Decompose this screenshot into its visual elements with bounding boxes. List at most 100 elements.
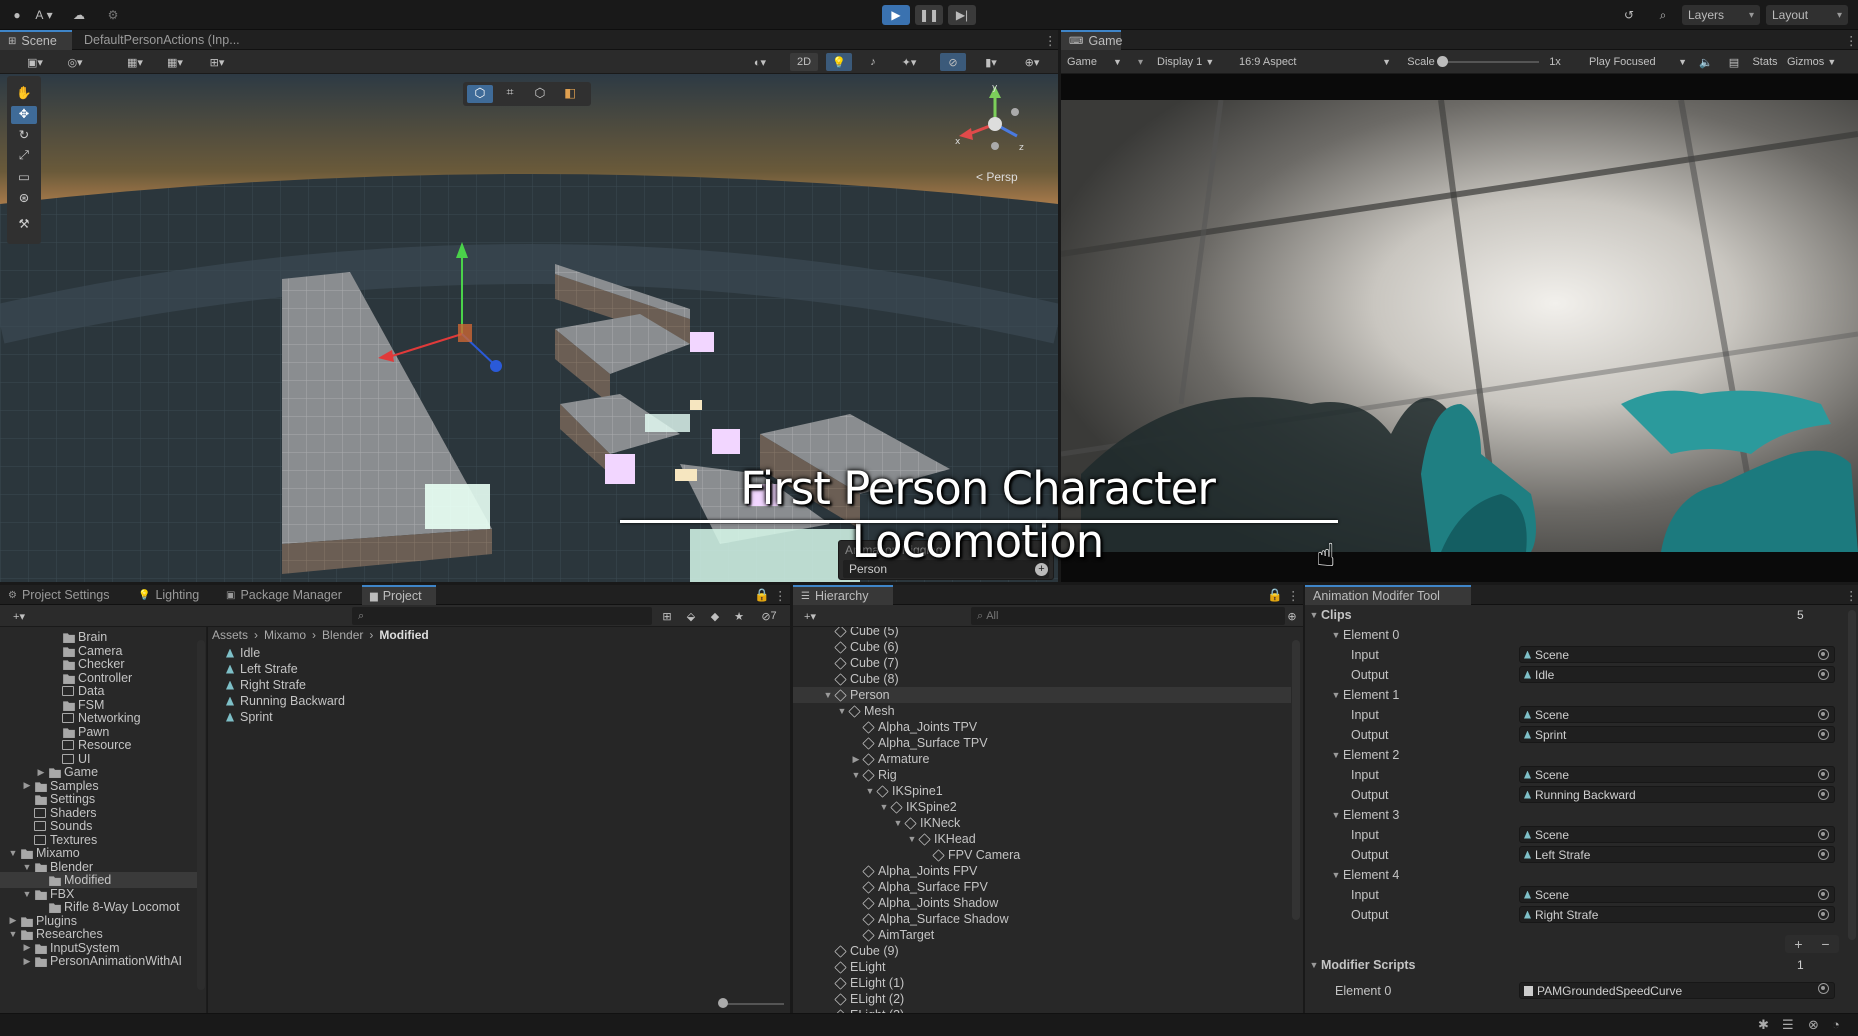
expand-arrow-icon[interactable]: ▶ [22,780,32,791]
expand-arrow-icon[interactable]: ▼ [8,848,18,858]
step-button[interactable]: ▶| [948,5,976,25]
expand-arrow-icon[interactable]: ▶ [36,767,46,778]
grid-snap-icon[interactable]: ▦▾ [118,53,152,71]
clip-element-header[interactable]: ▼ Element 0 [1331,627,1400,643]
search-by-label-icon[interactable]: ⬙ [682,607,700,625]
object-picker-icon[interactable] [1818,909,1829,920]
tab-hierarchy[interactable]: ☰ Hierarchy [793,585,893,605]
scale-tool-icon[interactable]: ⤢ [11,148,37,166]
light-bake-icon[interactable]: ⊗ [1808,1017,1819,1033]
object-picker-icon[interactable] [1818,669,1829,680]
hierarchy-item[interactable]: ▼ IKSpine1 [793,783,1291,799]
hierarchy-item[interactable]: ▼ Rig [793,767,1291,783]
tab-animation-modifier-tool[interactable]: Animation Modifer Tool [1305,585,1471,605]
play-mode-dropdown[interactable]: Play Focused ▼ [1589,53,1687,71]
tab-input-actions[interactable]: DefaultPersonActions (Inp... [76,30,248,50]
breadcrumb-modified[interactable]: Modified [379,628,428,642]
clips-header[interactable]: ▼ Clips [1309,607,1849,623]
gizmos-dropdown[interactable]: Gizmos ▼ [1787,53,1849,71]
expand-arrow-icon[interactable]: ▼ [865,786,875,796]
hierarchy-scrollbar[interactable] [1292,640,1300,920]
bug-icon[interactable]: ✱ [1758,1017,1769,1033]
tab-lighting[interactable]: 💡 Lighting [130,585,207,605]
expand-arrow-icon[interactable]: ▶ [851,754,861,765]
hierarchy-item[interactable]: Cube (5) [793,627,1291,639]
expand-arrow-icon[interactable]: ▼ [907,834,917,844]
modifier-count-field[interactable]: 1 [1793,956,1843,973]
hierarchy-item[interactable]: ▶ Armature [793,751,1291,767]
object-picker-icon[interactable] [1818,709,1829,720]
shortcuts-icon[interactable]: ▤ [1725,53,1743,71]
asset-item[interactable]: Left Strafe [226,661,298,677]
custom-tool-icon[interactable]: ⚒ [11,216,37,234]
object-picker-icon[interactable] [1818,889,1829,900]
visibility-toggle-icon[interactable]: ⊘ [940,53,966,71]
progress-icon[interactable]: ◔ [1832,1017,1840,1032]
breadcrumb-mixamo[interactable]: Mixamo [264,628,306,642]
clip-input-field[interactable]: Scene [1519,646,1835,663]
move-tool-icon[interactable]: ✥ [11,106,37,124]
cache-icon[interactable]: ☰ [1782,1017,1794,1033]
layout-dropdown[interactable]: Layout [1766,5,1848,25]
hand-tool-icon[interactable]: ✋ [11,86,37,104]
scene-visibility-icon[interactable]: ⊕ [1283,607,1301,625]
hierarchy-item[interactable]: Cube (6) [793,639,1291,655]
modifier-scripts-header[interactable]: ▼ Modifier Scripts [1309,957,1849,973]
pause-button[interactable]: ❚❚ [915,5,943,25]
hierarchy-item[interactable]: Alpha_Surface TPV [793,735,1291,751]
clip-output-field[interactable]: Right Strafe [1519,906,1835,923]
hierarchy-item[interactable]: ▼ IKSpine2 [793,799,1291,815]
expand-arrow-icon[interactable]: ▼ [8,929,18,939]
hierarchy-item[interactable]: ▼ Person [793,687,1291,703]
asset-item[interactable]: Sprint [226,709,273,725]
hierarchy-item[interactable]: AimTarget [793,927,1291,943]
aspect-dropdown[interactable]: 16:9 Aspect ▼ [1239,53,1391,71]
hierarchy-item[interactable]: Alpha_Joints FPV [793,863,1291,879]
shading-icon[interactable]: ◐▾ [746,53,774,71]
clips-count-field[interactable]: 5 [1793,606,1843,623]
transform-snap-icon[interactable]: ⊞▾ [200,53,234,71]
expand-arrow-icon[interactable]: ▼ [879,802,889,812]
asset-item[interactable]: Idle [226,645,260,661]
object-picker-icon[interactable] [1818,789,1829,800]
lighting-toggle-icon[interactable]: 💡 [826,53,852,71]
expand-arrow-icon[interactable]: ▶ [8,915,18,926]
add-clip-button[interactable]: + [1794,936,1802,952]
object-picker-icon[interactable] [1818,649,1829,660]
persp-label[interactable]: < Persp [976,170,1018,184]
remove-clip-button[interactable]: − [1821,936,1829,952]
draw-mode-icon[interactable]: ▣▾ [20,53,50,71]
asset-item[interactable]: Running Backward [226,693,345,709]
clip-element-header[interactable]: ▼ Element 2 [1331,747,1400,763]
mute-audio-icon[interactable]: 🔈 [1697,53,1715,71]
clip-element-header[interactable]: ▼ Element 1 [1331,687,1400,703]
game-menu-icon[interactable]: ⋮ [1837,30,1858,50]
pivot-cube-icon[interactable]: ⬡ [467,85,493,103]
clip-input-field[interactable]: Scene [1519,886,1835,903]
clip-element-header[interactable]: ▼ Element 4 [1331,867,1400,883]
expand-arrow-icon[interactable]: ▼ [823,690,833,700]
cloud-icon[interactable]: ☁ [68,5,90,25]
modifier-script-field[interactable]: PAMGroundedSpeedCurve [1519,982,1835,999]
hierarchy-item[interactable]: ELight (1) [793,975,1291,991]
tab-project-settings[interactable]: ⚙ Project Settings [0,585,118,605]
favorite-icon[interactable]: ★ [730,607,748,625]
expand-arrow-icon[interactable]: ▶ [22,956,32,967]
tag-icon[interactable]: ◆ [706,607,724,625]
hierarchy-search-input[interactable]: ⌕ All [971,607,1285,625]
clip-output-field[interactable]: Idle [1519,666,1835,683]
breadcrumb-blender[interactable]: Blender [322,628,363,642]
camera-settings-icon[interactable]: ▮▾ [976,53,1006,71]
rect-tool-icon[interactable]: ▭ [11,169,37,187]
expand-arrow-icon[interactable]: ▼ [1331,870,1341,880]
hierarchy-item[interactable]: ELight [793,959,1291,975]
expand-arrow-icon[interactable]: ▼ [837,706,847,716]
stats-button[interactable]: Stats [1747,53,1783,71]
tab-game[interactable]: ⌨ Game [1061,30,1122,50]
expand-arrow-icon[interactable]: ▼ [22,889,32,899]
project-menu-icon[interactable]: ⋮ [766,585,795,605]
search-icon[interactable]: ⌕ [1652,5,1674,25]
expand-arrow-icon[interactable]: ▼ [893,818,903,828]
object-picker-icon[interactable] [1818,849,1829,860]
hierarchy-item[interactable]: FPV Camera [793,847,1291,863]
